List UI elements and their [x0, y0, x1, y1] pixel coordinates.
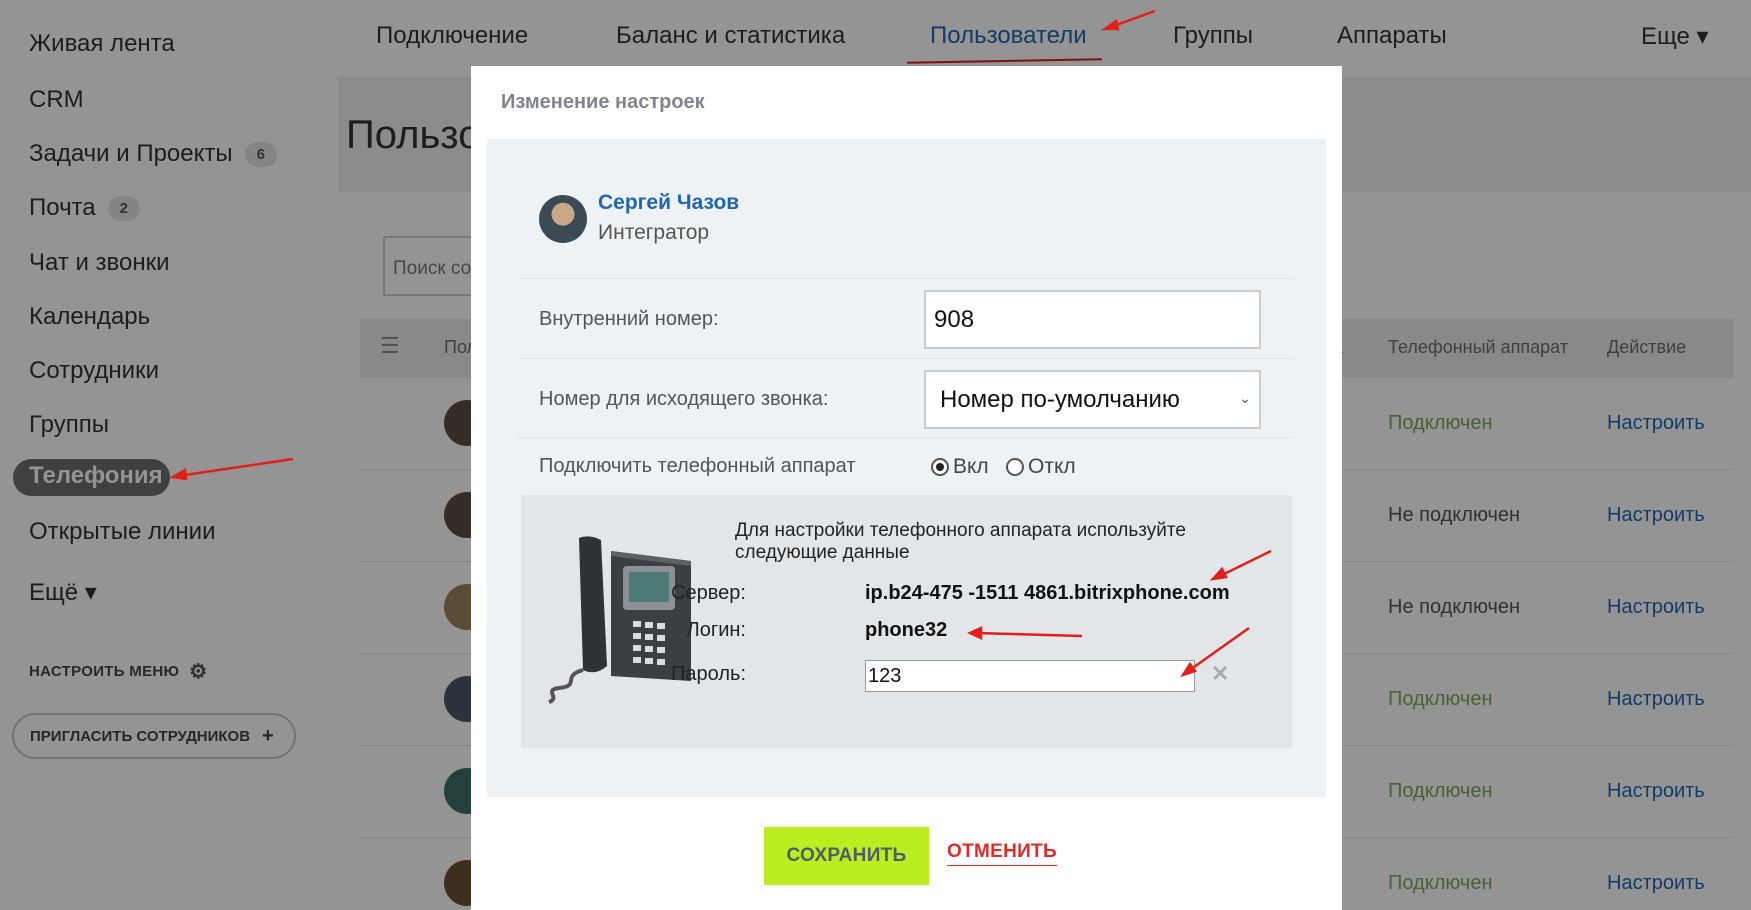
save-button[interactable]: СОХРАНИТЬ [764, 827, 929, 885]
divider [519, 437, 1294, 438]
dialog-title: Изменение настроек [501, 91, 705, 113]
outgoing-number-label: Номер для исходящего звонка: [539, 388, 829, 410]
internal-number-input[interactable]: 908 [924, 290, 1261, 349]
internal-number-label: Внутренний номер: [539, 308, 719, 330]
password-input[interactable]: 123 [865, 660, 1195, 692]
user-name-link[interactable]: Сергей Чазов [598, 191, 739, 215]
clear-icon[interactable]: ✕ [1211, 661, 1229, 687]
radio-checked-icon [931, 458, 949, 476]
user-role: Интегратор [598, 221, 710, 244]
server-value: ip.b24-475 -1511 4861.bitrixphone.com [865, 582, 1230, 604]
radio-on[interactable]: Вкл [931, 455, 989, 479]
connect-phone-label: Подключить телефонный аппарат [539, 455, 856, 477]
radio-label: Вкл [953, 455, 989, 478]
outgoing-number-select[interactable]: Номер по-умолчанию ⌄ [924, 370, 1261, 429]
phone-config-description: Для настройки телефонного аппарата испол… [735, 520, 1186, 563]
avatar [539, 195, 587, 243]
divider [519, 278, 1294, 279]
chevron-down-icon: ⌄ [1239, 390, 1251, 406]
server-label: Сервер: [671, 582, 746, 604]
cancel-button[interactable]: ОТМЕНИТЬ [947, 841, 1057, 866]
radio-unchecked-icon [1006, 458, 1024, 476]
password-label: Пароль: [671, 663, 746, 685]
radio-off[interactable]: Откл [1006, 455, 1076, 479]
radio-label: Откл [1028, 455, 1076, 478]
login-label: Логин: [686, 619, 746, 641]
settings-dialog: Изменение настроек Сергей Чазов Интеграт… [471, 66, 1342, 910]
selected-option: Номер по-умолчанию [940, 386, 1180, 413]
login-value: phone32 [865, 619, 948, 641]
divider [519, 358, 1294, 359]
